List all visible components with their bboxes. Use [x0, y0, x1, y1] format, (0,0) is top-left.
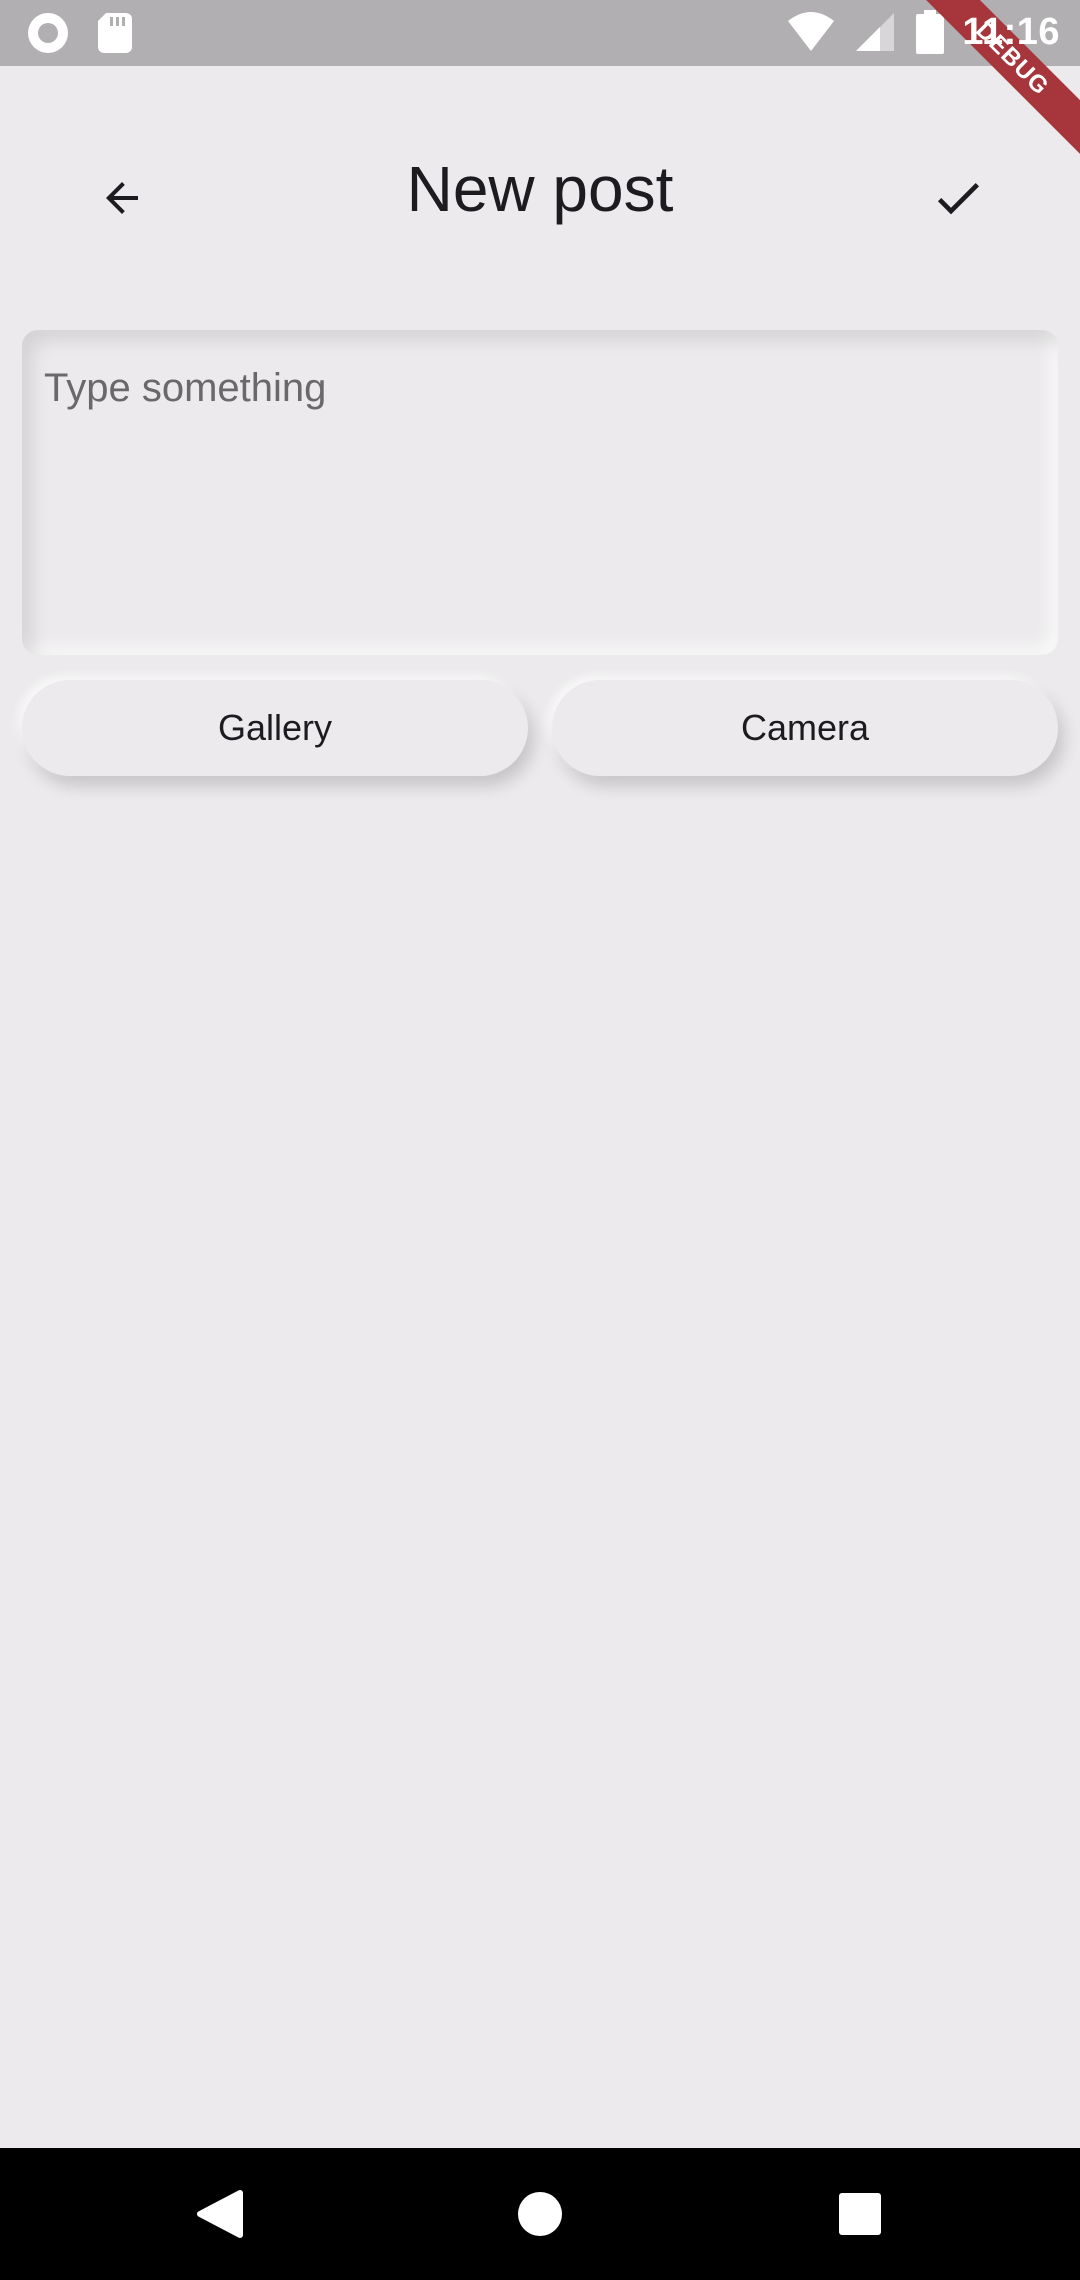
- check-icon: [937, 183, 979, 215]
- confirm-button[interactable]: [918, 158, 998, 238]
- nav-back-icon: [197, 2190, 243, 2238]
- system-nav-bar: [0, 2148, 1080, 2280]
- nav-back-button[interactable]: [184, 2178, 256, 2250]
- media-buttons: Gallery Camera: [22, 680, 1058, 776]
- app-bar: New post: [0, 66, 1080, 306]
- nav-home-icon: [518, 2192, 562, 2236]
- signal-icon: [856, 13, 895, 51]
- post-text-placeholder: Type something: [44, 366, 327, 410]
- status-clock: 11:16: [962, 10, 1060, 53]
- status-left-icons: [28, 13, 132, 53]
- nav-recents-button[interactable]: [824, 2178, 896, 2250]
- post-text-input[interactable]: Type something: [22, 330, 1058, 655]
- status-bar: 11:16 DEBUG: [0, 0, 1080, 158]
- nav-recents-icon: [839, 2193, 881, 2235]
- camera-button[interactable]: Camera: [552, 680, 1058, 776]
- wifi-icon: [788, 12, 835, 51]
- sd-card-icon: [98, 13, 132, 53]
- nav-home-button[interactable]: [504, 2178, 576, 2250]
- gallery-button[interactable]: Gallery: [22, 680, 528, 776]
- record-icon: [28, 13, 68, 53]
